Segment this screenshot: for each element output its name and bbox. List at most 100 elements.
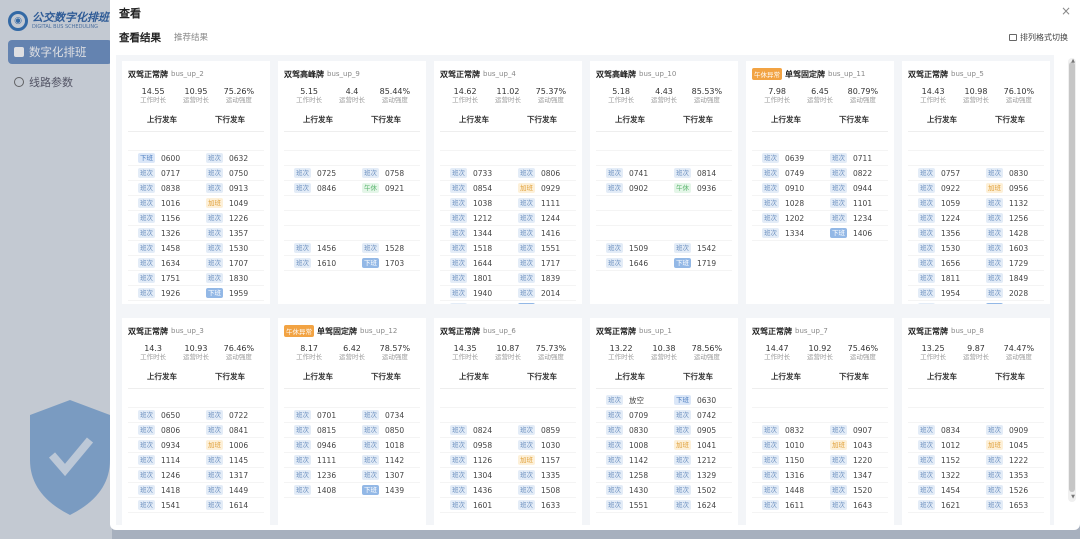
down-trip-cell[interactable]: 加班 0929 (508, 183, 576, 193)
down-trip-cell[interactable]: 下班 1959 (196, 288, 264, 298)
down-trip-cell[interactable]: 班次 1347 (820, 470, 888, 480)
down-trip-cell[interactable]: 班次 1428 (976, 228, 1044, 238)
up-trip-cell[interactable]: 班次 1436 (440, 485, 508, 495)
up-trip-cell[interactable]: 班次 1111 (284, 455, 352, 465)
down-trip-cell[interactable]: 班次 1220 (820, 455, 888, 465)
down-trip-cell[interactable]: 班次 0944 (820, 183, 888, 193)
up-trip-cell[interactable]: 班次 0902 (596, 183, 664, 193)
down-trip-cell[interactable]: 班次 1142 (352, 455, 420, 465)
down-trip-cell[interactable]: 班次 1145 (196, 455, 264, 465)
up-trip-cell[interactable]: 班次 0846 (284, 183, 352, 193)
up-trip-cell[interactable]: 班次 0709 (596, 410, 664, 420)
up-trip-cell[interactable]: 班次 0717 (128, 168, 196, 178)
up-trip-cell[interactable]: 班次 0749 (752, 168, 820, 178)
up-trip-cell[interactable]: 班次 0806 (128, 425, 196, 435)
up-trip-cell[interactable]: 班次 0838 (128, 183, 196, 193)
down-trip-cell[interactable]: 班次 1839 (508, 273, 576, 283)
up-trip-cell[interactable]: 班次 1418 (128, 485, 196, 495)
up-trip-cell[interactable]: 班次 0701 (284, 410, 352, 420)
up-trip-cell[interactable]: 班次 1142 (596, 455, 664, 465)
down-trip-cell[interactable]: 班次 1212 (664, 455, 732, 465)
up-trip-cell[interactable]: 班次 1202 (752, 213, 820, 223)
up-trip-cell[interactable]: 班次 1634 (128, 258, 196, 268)
up-trip-cell[interactable]: 班次 1408 (284, 485, 352, 495)
scroll-up-icon[interactable]: ▲ (1071, 58, 1075, 64)
up-trip-cell[interactable]: 班次 0815 (284, 425, 352, 435)
up-trip-cell[interactable]: 班次 0650 (128, 410, 196, 420)
down-trip-cell[interactable]: 班次 1526 (976, 485, 1044, 495)
up-trip-cell[interactable]: 班次 0639 (752, 153, 820, 163)
scrollbar-thumb[interactable] (1069, 62, 1075, 492)
up-trip-cell[interactable]: 班次 1012 (908, 440, 976, 450)
up-trip-cell[interactable]: 班次 2120 (908, 303, 976, 304)
tab-recommend-result[interactable]: 推荐结果 (174, 31, 208, 43)
schedule-card[interactable]: 双驾高峰牌 bus_up_10 5.18 工作时长 4.43 运营时长 85.53% 运动强度… (590, 61, 738, 304)
up-trip-cell[interactable]: 班次 0910 (752, 183, 820, 193)
up-trip-cell[interactable]: 班次 1224 (908, 213, 976, 223)
up-trip-cell[interactable]: 班次 放空 (596, 395, 664, 406)
schedule-card[interactable]: 双驾高峰牌 bus_up_9 5.15 工作时长 4.4 运营时长 85.44% 运动强度 上行… (278, 61, 426, 304)
schedule-card[interactable]: 双驾正常牌 bus_up_7 14.47 工作时长 10.92 运营时长 75.46% 运动强… (746, 318, 894, 525)
down-trip-cell[interactable]: 班次 0859 (508, 425, 576, 435)
up-trip-cell[interactable]: 班次 1940 (440, 288, 508, 298)
down-trip-cell[interactable]: 班次 1653 (976, 500, 1044, 510)
up-trip-cell[interactable]: 班次 0934 (128, 440, 196, 450)
down-trip-cell[interactable]: 班次 1226 (196, 213, 264, 223)
down-trip-cell[interactable]: 班次 0734 (352, 410, 420, 420)
schedule-card[interactable]: 午休异常 单驾固定牌 bus_up_12 8.17 工作时长 6.42 运营时长 78.57%… (278, 318, 426, 525)
vertical-scrollbar[interactable] (1068, 58, 1076, 502)
down-trip-cell[interactable]: 班次 1729 (976, 258, 1044, 268)
up-trip-cell[interactable]: 班次 1316 (752, 470, 820, 480)
down-trip-cell[interactable]: 班次 1357 (196, 228, 264, 238)
up-trip-cell[interactable]: 班次 0733 (440, 168, 508, 178)
up-trip-cell[interactable]: 班次 1551 (596, 500, 664, 510)
down-trip-cell[interactable]: 加班 1006 (196, 440, 264, 450)
up-trip-cell[interactable]: 班次 1509 (596, 243, 664, 253)
down-trip-cell[interactable]: 班次 1416 (508, 228, 576, 238)
down-trip-cell[interactable]: 班次 1707 (196, 258, 264, 268)
up-trip-cell[interactable]: 班次 1656 (908, 258, 976, 268)
down-trip-cell[interactable]: 班次 1317 (196, 470, 264, 480)
down-trip-cell[interactable]: 班次 0850 (352, 425, 420, 435)
up-trip-cell[interactable]: 班次 1601 (440, 500, 508, 510)
up-trip-cell[interactable]: 班次 1610 (284, 258, 352, 268)
down-trip-cell[interactable]: 班次 0806 (508, 168, 576, 178)
down-trip-cell[interactable]: 下班 1719 (664, 258, 732, 268)
down-trip-cell[interactable]: 班次 2014 (508, 288, 576, 298)
down-trip-cell[interactable]: 班次 0822 (820, 168, 888, 178)
up-trip-cell[interactable]: 班次 1530 (908, 243, 976, 253)
down-trip-cell[interactable]: 班次 1018 (352, 440, 420, 450)
up-trip-cell[interactable]: 班次 1801 (440, 273, 508, 283)
down-trip-cell[interactable]: 班次 0841 (196, 425, 264, 435)
down-trip-cell[interactable]: 班次 1449 (196, 485, 264, 495)
up-trip-cell[interactable]: 班次 0832 (752, 425, 820, 435)
up-trip-cell[interactable]: 班次 1518 (440, 243, 508, 253)
down-trip-cell[interactable]: 班次 1132 (976, 198, 1044, 208)
down-trip-cell[interactable]: 班次 1849 (976, 273, 1044, 283)
schedule-card[interactable]: 午休异常 单驾固定牌 bus_up_11 7.98 工作时长 6.45 运营时长 80.79%… (746, 61, 894, 304)
down-trip-cell[interactable]: 班次 0711 (820, 153, 888, 163)
down-trip-cell[interactable]: 班次 1508 (508, 485, 576, 495)
down-trip-cell[interactable]: 下班 1439 (352, 485, 420, 495)
down-trip-cell[interactable]: 午休 0921 (352, 183, 420, 193)
up-trip-cell[interactable]: 班次 2107 (440, 303, 508, 304)
up-trip-cell[interactable]: 班次 1751 (128, 273, 196, 283)
down-trip-cell[interactable]: 下班 1406 (820, 228, 888, 238)
down-trip-cell[interactable]: 班次 1830 (196, 273, 264, 283)
down-trip-cell[interactable]: 班次 0758 (352, 168, 420, 178)
up-trip-cell[interactable]: 班次 1644 (440, 258, 508, 268)
up-trip-cell[interactable]: 班次 1114 (128, 455, 196, 465)
down-trip-cell[interactable]: 班次 0750 (196, 168, 264, 178)
down-trip-cell[interactable]: 班次 1542 (664, 243, 732, 253)
schedule-card[interactable]: 双驾正常牌 bus_up_6 14.35 工作时长 10.87 运营时长 75.73% 运动强… (434, 318, 582, 525)
up-trip-cell[interactable]: 班次 1448 (752, 485, 820, 495)
down-trip-cell[interactable]: 班次 1222 (976, 455, 1044, 465)
up-trip-cell[interactable]: 班次 1322 (908, 470, 976, 480)
up-trip-cell[interactable]: 班次 1038 (440, 198, 508, 208)
down-trip-cell[interactable]: 班次 1307 (352, 470, 420, 480)
up-trip-cell[interactable]: 班次 1152 (908, 455, 976, 465)
up-trip-cell[interactable]: 班次 0946 (284, 440, 352, 450)
schedule-card[interactable]: 双驾正常牌 bus_up_8 13.25 工作时长 9.87 运营时长 74.47% 运动强度… (902, 318, 1050, 525)
down-trip-cell[interactable]: 班次 0632 (196, 153, 264, 163)
tab-view-result[interactable]: 查看结果 (119, 30, 161, 45)
